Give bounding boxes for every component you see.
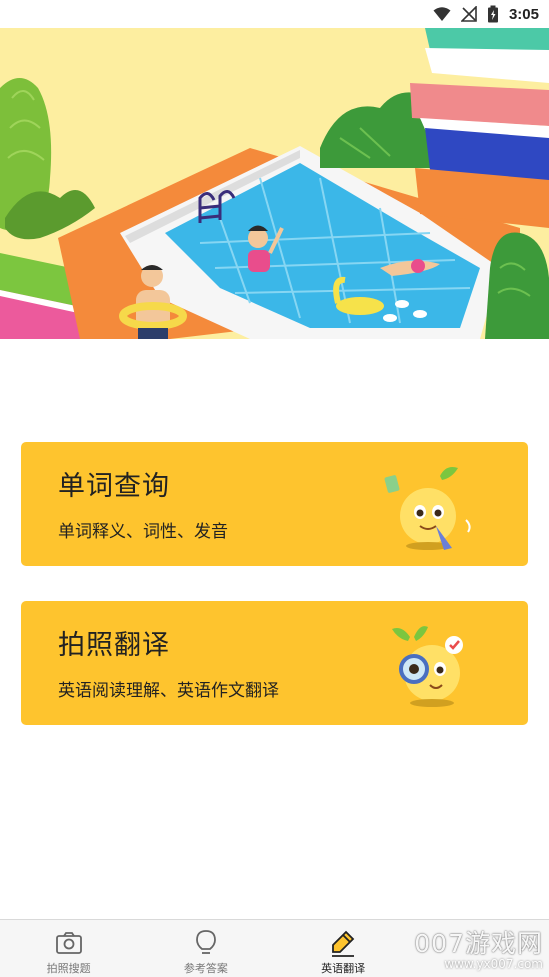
word-lookup-card[interactable]: 单词查询 单词释义、词性、发音 (21, 442, 528, 566)
mascot-with-pencil-icon (384, 467, 471, 550)
card-title: 单词查询 (58, 471, 170, 502)
card-subtitle: 英语阅读理解、英语作文翻译 (58, 681, 279, 701)
no-signal-icon (460, 6, 477, 22)
photo-translate-card[interactable]: 拍照翻译 英语阅读理解、英语作文翻译 (21, 601, 528, 725)
lightbulb-icon (195, 930, 216, 954)
tab-english-translate[interactable]: 英语翻译 (275, 920, 412, 977)
bottom-tab-bar: 拍照搜题 参考答案 英语翻译 (0, 919, 549, 977)
tab-reference-answers[interactable]: 参考答案 (137, 920, 274, 977)
battery-icon (487, 5, 498, 23)
card-subtitle: 单词释义、词性、发音 (58, 522, 228, 542)
tab-photo-search[interactable]: 拍照搜题 (0, 920, 137, 977)
tab-label: 英语翻译 (321, 962, 366, 975)
card-title: 拍照翻译 (58, 630, 170, 661)
banner-illustration (0, 28, 549, 339)
tab-label: 拍照搜题 (46, 962, 91, 975)
tab-fourth[interactable] (412, 920, 549, 977)
status-bar: 3:05 (0, 0, 549, 28)
mascot-with-magnifier-icon (392, 626, 463, 707)
tab-label: 参考答案 (183, 962, 228, 975)
open-book-swimming-pool-illustration (0, 28, 549, 339)
camera-icon (55, 932, 82, 954)
status-time: 3:05 (508, 5, 539, 23)
wifi-icon (433, 7, 451, 21)
pencil-icon (332, 930, 355, 957)
